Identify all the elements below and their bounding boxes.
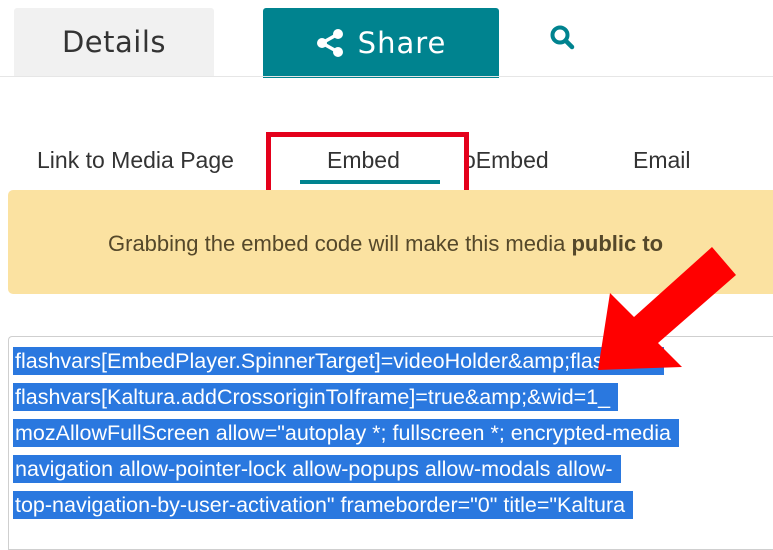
embed-code-lines: flashvars[EmbedPlayer.SpinnerTarget]=vid… — [13, 345, 679, 525]
embed-code-line-text: flashvars[EmbedPlayer.SpinnerTarget]=vid… — [13, 347, 665, 375]
search-button[interactable] — [546, 22, 578, 58]
embed-code-line: top-navigation-by-user-activation" frame… — [13, 489, 679, 521]
share-icon — [316, 28, 344, 58]
embed-code-line-text: flashvars[Kaltura.addCrossoriginToIframe… — [13, 383, 619, 411]
tabs-divider — [0, 76, 773, 77]
subtab-oembed[interactable]: oEmbed — [463, 145, 549, 175]
embed-code-line: mozAllowFullScreen allow="autoplay *; fu… — [13, 417, 679, 449]
subtab-link-to-media-page[interactable]: Link to Media Page — [37, 145, 234, 175]
embed-code-line: flashvars[Kaltura.addCrossoriginToIframe… — [13, 381, 679, 413]
tab-details[interactable]: Details — [14, 8, 214, 76]
red-arrow-icon — [598, 247, 736, 370]
warning-text: Grabbing the embed code will make this m… — [108, 231, 572, 256]
annotation-highlight-box — [266, 132, 469, 196]
warning-message: Grabbing the embed code will make this m… — [108, 231, 663, 257]
embed-code-line-text: navigation allow-pointer-lock allow-popu… — [13, 455, 621, 483]
embed-code-line: navigation allow-pointer-lock allow-popu… — [13, 453, 679, 485]
subtab-email[interactable]: Email — [633, 145, 691, 175]
embed-code-line: flashvars[EmbedPlayer.SpinnerTarget]=vid… — [13, 345, 679, 377]
embed-code-line-text: mozAllowFullScreen allow="autoplay *; fu… — [13, 419, 679, 447]
tab-share-label: Share — [357, 26, 447, 60]
search-icon — [549, 24, 575, 57]
embed-code-line-text: top-navigation-by-user-activation" frame… — [13, 491, 634, 519]
tab-share[interactable]: Share — [263, 8, 499, 78]
tab-details-label: Details — [61, 25, 167, 59]
